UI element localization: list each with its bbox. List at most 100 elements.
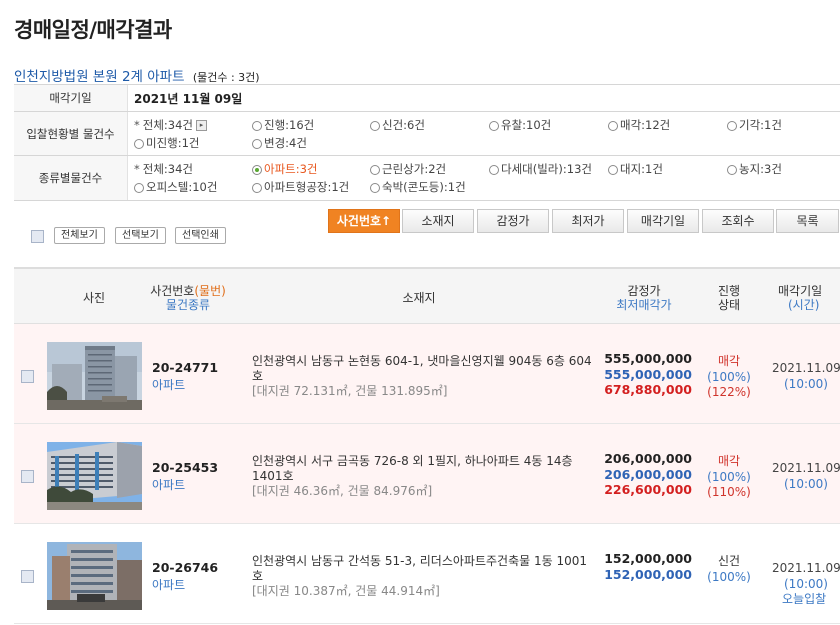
status-option[interactable]: 진행:16건	[252, 117, 370, 134]
court-name[interactable]: 인천지방법원 본원 2계 아파트	[14, 69, 185, 85]
expand-icon[interactable]: ▸	[196, 120, 207, 131]
header-sale-date-label: 매각기일	[778, 284, 823, 298]
status-option-label: 매각:12건	[620, 118, 671, 132]
type-option[interactable]: * 전체:34건	[134, 161, 252, 178]
radio-icon[interactable]	[608, 164, 618, 175]
row-checkbox[interactable]	[21, 470, 34, 483]
min-rate: (100%)	[707, 569, 751, 584]
radio-icon[interactable]	[252, 138, 262, 149]
bullet-icon: *	[134, 118, 140, 132]
sale-date-block: 2021.11.09 (10:00)	[772, 361, 840, 392]
type-option[interactable]: 아파트형공장:1건	[252, 179, 370, 196]
type-option[interactable]: 대지:1건	[608, 161, 727, 178]
radio-icon[interactable]	[727, 120, 737, 131]
appraisal-price: 555,000,000	[604, 351, 692, 366]
sale-date: 2021.11.09	[772, 561, 840, 575]
type-option[interactable]: 농지:3건	[727, 161, 837, 178]
status-option-label: 미진행:1건	[146, 136, 200, 150]
sort-min-price-button[interactable]: 최저가	[552, 209, 624, 233]
property-address[interactable]: 인천광역시 서구 금곡동 726-8 외 1필지, 하나아파트 4동 14층 1…	[252, 454, 592, 499]
case-number[interactable]: 20-26746	[152, 560, 218, 575]
type-option[interactable]: 다세대(빌라):13건	[489, 161, 608, 178]
status-option-label: 변경:4건	[264, 136, 307, 150]
view-all-button[interactable]: 전체보기	[54, 227, 105, 244]
sort-address-button[interactable]: 소재지	[402, 209, 474, 233]
area-text: [대지권 46.36㎡, 건물 84.976㎡]	[252, 484, 433, 498]
property-photo[interactable]	[47, 442, 142, 510]
sort-sale-date-button[interactable]: 매각기일	[627, 209, 699, 233]
radio-icon[interactable]	[252, 164, 262, 175]
type-filter-row: 종류별물건수 * 전체:34건 아파트:3건 근린상가:2건 다세대(빌라):13건 대지…	[14, 156, 840, 201]
radio-icon[interactable]	[134, 138, 144, 149]
radio-icon[interactable]	[370, 164, 380, 175]
status-option[interactable]: 기각:1건	[727, 117, 837, 134]
property-address[interactable]: 인천광역시 남동구 간석동 51-3, 리더스아파트주건축물 1동 1001호 …	[252, 554, 592, 599]
date-filter-row: 매각기일 2021년 11월 09일	[14, 85, 840, 112]
status-option[interactable]: 변경:4건	[252, 135, 370, 152]
sort-appraisal-button[interactable]: 감정가	[477, 209, 549, 233]
radio-icon[interactable]	[727, 164, 737, 175]
min-price: 555,000,000	[604, 366, 692, 382]
type-option[interactable]: 숙박(콘도등):1건	[370, 179, 489, 196]
radio-icon[interactable]	[370, 182, 380, 193]
property-photo[interactable]	[47, 342, 142, 410]
type-option-label: 농지:3건	[739, 162, 782, 176]
status-option-label: 유찰:10건	[501, 118, 552, 132]
header-progress-2: 상태	[717, 298, 741, 312]
status-option[interactable]: 미진행:1건	[134, 135, 252, 152]
sold-price: 226,600,000	[604, 482, 692, 497]
status-block: 매각 (100%) (110%)	[694, 454, 764, 501]
table-row[interactable]: 20-24771 아파트 인천광역시 남동구 논현동 604-1, 냇마을신영지…	[14, 324, 840, 424]
header-progress: 진행 상태	[704, 284, 754, 312]
status-options: * 전체:34건 ▸ 진행:16건 신건:6건 유찰:10건 매각:12건 기각:1건미진행:…	[134, 112, 840, 152]
status-option[interactable]: 유찰:10건	[489, 117, 608, 134]
sale-date: 2021.11.09	[772, 461, 840, 475]
status-option[interactable]: * 전체:34건 ▸	[134, 117, 252, 134]
area-text: [대지권 10.387㎡, 건물 44.914㎡]	[252, 584, 440, 598]
property-address[interactable]: 인천광역시 남동구 논현동 604-1, 냇마을신영지웰 904동 6층 604…	[252, 354, 592, 399]
status-text: 신건	[717, 554, 741, 568]
sort-case-no-button[interactable]: 사건번호↑	[328, 209, 400, 233]
sort-views-button[interactable]: 조회수	[702, 209, 774, 233]
header-price: 감정가 최저매각가	[594, 284, 694, 312]
radio-icon[interactable]	[489, 164, 499, 175]
list-button[interactable]: 목록	[776, 209, 839, 233]
type-option[interactable]: 아파트:3건	[252, 161, 370, 178]
appraisal-price: 152,000,000	[604, 551, 692, 566]
type-option-label: 숙박(콘도등):1건	[382, 180, 466, 194]
radio-icon[interactable]	[489, 120, 499, 131]
table-row[interactable]: 20-26746 아파트 인천광역시 남동구 간석동 51-3, 리더스아파트주…	[14, 524, 840, 624]
radio-icon[interactable]	[252, 182, 262, 193]
sale-date-value: 2021년 11월 09일	[134, 91, 243, 106]
row-checkbox[interactable]	[21, 370, 34, 383]
header-appraisal: 감정가	[627, 284, 661, 298]
print-selected-button[interactable]: 선택인쇄	[175, 227, 226, 244]
sold-rate: (110%)	[707, 485, 751, 499]
sale-time: (10:00)	[784, 376, 828, 391]
view-selected-button[interactable]: 선택보기	[115, 227, 166, 244]
status-option-label: 진행:16건	[264, 118, 315, 132]
today-bid-link[interactable]: 오늘입찰	[772, 592, 840, 608]
sold-rate: (122%)	[707, 385, 751, 399]
type-option[interactable]: 근린상가:2건	[370, 161, 489, 178]
radio-icon[interactable]	[252, 120, 262, 131]
min-rate: (100%)	[707, 469, 751, 484]
select-all-checkbox[interactable]	[31, 230, 44, 243]
radio-icon[interactable]	[608, 120, 618, 131]
radio-icon[interactable]	[370, 120, 380, 131]
row-checkbox[interactable]	[21, 570, 34, 583]
case-number[interactable]: 20-25453	[152, 460, 218, 475]
sale-time: (10:00)	[784, 476, 828, 491]
status-option[interactable]: 매각:12건	[608, 117, 727, 134]
min-rate: (100%)	[707, 369, 751, 384]
case-number[interactable]: 20-24771	[152, 360, 218, 375]
header-min-price: 최저매각가	[616, 298, 672, 312]
header-photo: 사진	[82, 291, 106, 305]
property-photo[interactable]	[47, 542, 142, 610]
type-option[interactable]: 오피스텔:10건	[134, 179, 252, 196]
sale-time: (10:00)	[784, 576, 828, 591]
min-price: 206,000,000	[604, 466, 692, 482]
table-row[interactable]: 20-25453 아파트 인천광역시 서구 금곡동 726-8 외 1필지, 하…	[14, 424, 840, 524]
radio-icon[interactable]	[134, 182, 144, 193]
status-option[interactable]: 신건:6건	[370, 117, 489, 134]
